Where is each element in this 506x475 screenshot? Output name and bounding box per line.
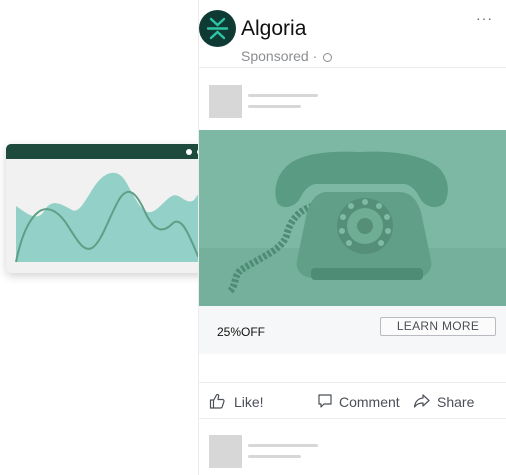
share-label: Share [437,394,475,410]
sponsored-ad-card: Algoria Sponsored · ··· 25%OFF LEARN MOR… [198,0,506,475]
offer-text: 25%OFF [217,325,266,339]
placeholder-avatar [209,435,242,468]
algoria-logo-icon[interactable] [199,10,236,47]
divider [199,418,506,419]
area-chart-illustration [15,172,207,263]
placeholder-avatar [209,85,242,118]
learn-more-button[interactable]: LEARN MORE [380,317,496,336]
globe-icon [323,52,333,62]
like-button[interactable]: Like! [209,393,269,411]
thumbs-up-icon [209,393,225,409]
placeholder-line [248,455,301,458]
like-label: Like! [234,394,264,410]
comment-label: Comment [339,394,400,410]
ad-hero-image[interactable] [199,130,506,306]
brand-name[interactable]: Algoria [241,17,306,41]
divider [199,67,506,68]
comment-button[interactable]: Comment [317,393,401,411]
analytics-window [6,144,217,273]
placeholder-line [248,444,318,447]
more-options-icon[interactable]: ··· [476,11,493,25]
sponsored-text: Sponsored · [241,48,318,64]
share-button[interactable]: Share [413,393,477,411]
placeholder-line [248,105,301,108]
chart-area-fill [16,172,207,262]
comment-icon [318,394,332,408]
telephone-illustration [199,130,506,306]
divider [199,382,506,383]
ad-header: Algoria Sponsored · ··· [199,0,506,68]
share-arrow-icon [413,394,430,408]
placeholder-line [248,94,318,97]
sponsored-label: Sponsored · [241,47,333,65]
